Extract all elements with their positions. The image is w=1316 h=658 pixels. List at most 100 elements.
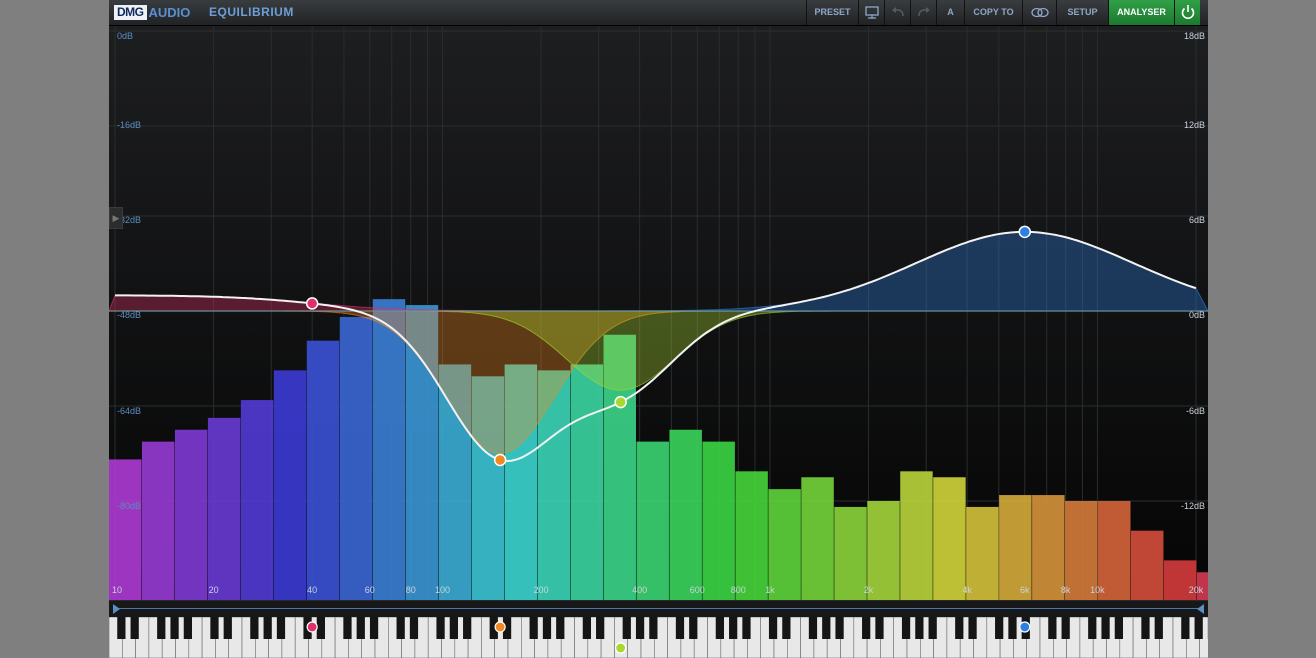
piano-black-key[interactable]	[901, 617, 911, 639]
spectrum-bar	[702, 441, 735, 600]
piano-black-key[interactable]	[157, 617, 166, 639]
undo-button[interactable]	[884, 0, 910, 25]
piano-black-key[interactable]	[542, 617, 552, 639]
piano-black-key[interactable]	[463, 617, 472, 639]
piano-black-key[interactable]	[223, 617, 232, 639]
right-db-label: 12dB	[1183, 120, 1205, 130]
piano-keys	[109, 617, 1208, 658]
piano-black-key[interactable]	[276, 617, 286, 639]
spectrum-bar	[570, 364, 604, 600]
spectrum-bar	[372, 299, 406, 600]
keyboard-band-marker[interactable]	[615, 642, 627, 654]
piano-black-key[interactable]	[1008, 617, 1017, 639]
frequency-label: 6k	[1020, 585, 1030, 595]
piano-black-key[interactable]	[995, 617, 1004, 639]
product-name: EQUILIBRIUM	[209, 5, 294, 19]
side-panel-toggle[interactable]: ▶	[109, 207, 123, 229]
keyboard-band-marker[interactable]	[494, 621, 506, 633]
piano-black-key[interactable]	[1181, 617, 1190, 639]
frequency-label: 2k	[863, 585, 874, 595]
piano-black-key[interactable]	[250, 617, 259, 639]
frequency-label: 400	[632, 585, 648, 595]
piano-black-key[interactable]	[170, 617, 179, 639]
piano-black-key[interactable]	[768, 617, 778, 639]
frequency-label: 8k	[1060, 585, 1071, 595]
eq-band-handle[interactable]	[305, 297, 319, 310]
eq-band-handle[interactable]	[614, 395, 627, 409]
scroll-left-arrow-icon[interactable]	[113, 604, 120, 614]
piano-black-key[interactable]	[582, 617, 591, 639]
piano-black-key[interactable]	[1101, 617, 1110, 639]
keyboard-band-marker[interactable]	[306, 621, 318, 633]
piano-black-key[interactable]	[529, 617, 538, 639]
analyser-button[interactable]: ANALYSER	[1108, 0, 1174, 25]
piano-black-key[interactable]	[130, 617, 139, 639]
piano-black-key[interactable]	[1061, 617, 1070, 639]
piano-black-key[interactable]	[915, 617, 924, 639]
piano-keyboard[interactable]	[109, 617, 1208, 658]
piano-black-key[interactable]	[409, 617, 419, 639]
piano-black-key[interactable]	[396, 617, 405, 639]
piano-black-key[interactable]	[436, 617, 445, 639]
spectrum-bar	[1032, 495, 1065, 600]
left-db-label: -64dB	[117, 406, 142, 416]
copy-to-button[interactable]: COPY TO	[964, 0, 1022, 25]
piano-black-key[interactable]	[675, 617, 685, 639]
scroll-right-arrow-icon[interactable]	[1197, 604, 1204, 614]
right-db-label: -12dB	[1180, 501, 1205, 511]
piano-black-key[interactable]	[689, 617, 698, 639]
piano-black-key[interactable]	[649, 617, 658, 639]
piano-black-key[interactable]	[117, 617, 126, 639]
piano-black-key[interactable]	[1154, 617, 1163, 639]
eq-band-handle[interactable]	[493, 453, 507, 467]
scroll-track[interactable]	[119, 608, 1198, 609]
piano-black-key[interactable]	[1088, 617, 1097, 639]
piano-black-key[interactable]	[955, 617, 964, 639]
piano-black-key[interactable]	[835, 617, 844, 639]
piano-black-key[interactable]	[928, 617, 937, 639]
piano-black-key[interactable]	[369, 617, 379, 639]
eq-band-handle[interactable]	[1018, 225, 1032, 239]
ab-toggle-button[interactable]: A	[936, 0, 964, 25]
piano-black-key[interactable]	[862, 617, 871, 639]
piano-black-key[interactable]	[1141, 617, 1150, 639]
piano-black-key[interactable]	[556, 617, 565, 639]
piano-black-key[interactable]	[356, 617, 365, 639]
top-toolbar: DMG AUDIO EQUILIBRIUM PRESET A COPY TO S…	[109, 0, 1208, 26]
setup-button[interactable]: SETUP	[1056, 0, 1108, 25]
display-button[interactable]	[858, 0, 884, 25]
piano-black-key[interactable]	[449, 617, 458, 639]
piano-black-key[interactable]	[742, 617, 751, 639]
piano-black-key[interactable]	[263, 617, 272, 639]
piano-black-key[interactable]	[596, 617, 605, 639]
piano-black-key[interactable]	[808, 617, 818, 639]
equilibrium-plugin-window: DMG AUDIO EQUILIBRIUM PRESET A COPY TO S…	[109, 0, 1208, 658]
logo-audio-text: AUDIO	[148, 4, 191, 20]
piano-black-key[interactable]	[782, 617, 791, 639]
piano-black-key[interactable]	[968, 617, 977, 639]
frequency-label: 60	[364, 585, 375, 595]
piano-black-key[interactable]	[316, 617, 325, 639]
power-button[interactable]	[1174, 0, 1200, 25]
piano-black-key[interactable]	[715, 617, 724, 639]
piano-black-key[interactable]	[1048, 617, 1057, 639]
monitor-icon	[865, 6, 879, 19]
piano-black-key[interactable]	[183, 617, 192, 639]
piano-black-key[interactable]	[822, 617, 831, 639]
piano-black-key[interactable]	[1114, 617, 1123, 639]
logo-dmg-text: DMG	[114, 4, 147, 20]
eq-graph[interactable]: 0dB -16dB -32dB -48dB -64dB -80dB 18dB 12dB 6dB 0…	[109, 26, 1208, 600]
keyboard-band-marker[interactable]	[1019, 621, 1031, 633]
piano-black-key[interactable]	[729, 617, 738, 639]
redo-button[interactable]	[910, 0, 936, 25]
link-button[interactable]	[1022, 0, 1056, 25]
piano-black-key[interactable]	[1194, 617, 1203, 639]
piano-black-key[interactable]	[343, 617, 352, 639]
preset-button[interactable]: PRESET	[806, 0, 858, 25]
piano-black-key[interactable]	[875, 617, 884, 639]
piano-black-key[interactable]	[622, 617, 631, 639]
spectrum-bar	[306, 340, 340, 600]
piano-black-key[interactable]	[210, 617, 219, 639]
frequency-scrollbar[interactable]	[109, 600, 1208, 617]
piano-black-key[interactable]	[635, 617, 645, 639]
